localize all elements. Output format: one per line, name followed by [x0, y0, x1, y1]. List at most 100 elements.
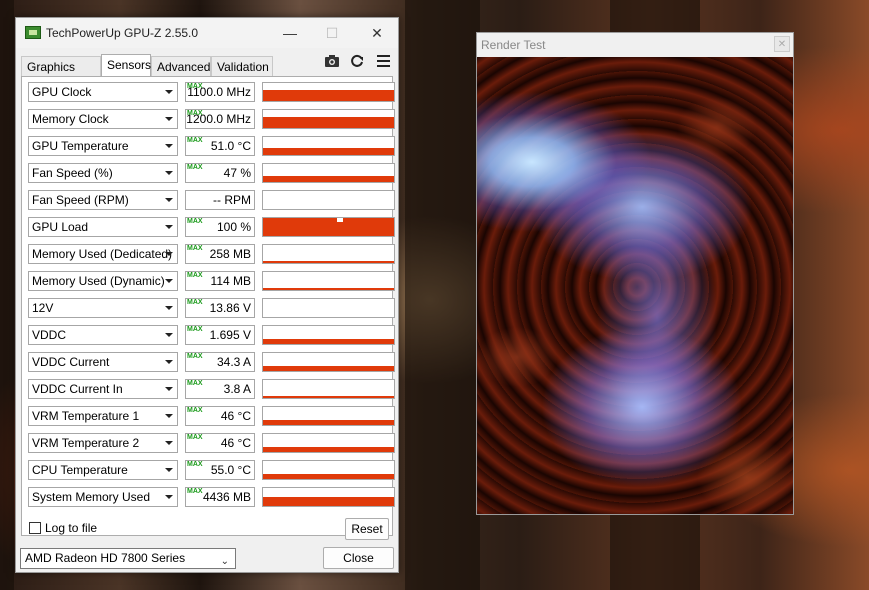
dropdown-arrow-icon — [165, 252, 173, 256]
sensor-value-text: 46 °C — [220, 409, 251, 423]
max-indicator: MAX — [187, 326, 203, 333]
sensor-name-select[interactable]: VDDC — [28, 325, 178, 345]
sensor-name-select[interactable]: GPU Clock — [28, 82, 178, 102]
sensor-name-select[interactable]: VDDC Current In — [28, 379, 178, 399]
sensor-graph — [262, 271, 395, 291]
sensor-value: MAX 100 % — [185, 217, 255, 237]
tab-sensors[interactable]: Sensors — [101, 54, 151, 76]
dropdown-arrow-icon — [165, 333, 173, 337]
camera-icon[interactable] — [323, 54, 341, 70]
device-select-value: AMD Radeon HD 7800 Series — [25, 551, 186, 565]
sensor-value-text: 4436 MB — [202, 490, 251, 504]
dropdown-arrow-icon — [165, 90, 173, 94]
maximize-button: ☐ — [325, 25, 339, 41]
max-indicator: MAX — [187, 461, 203, 468]
sensor-value: MAX 46 °C — [185, 406, 255, 426]
gpuz-window: TechPowerUp GPU-Z 2.55.0 — ☐ ✕ Graphics … — [15, 17, 399, 573]
sensor-name-select[interactable]: Memory Used (Dynamic) — [28, 271, 178, 291]
sensor-value: -- RPM — [185, 190, 255, 210]
sensor-name-label: GPU Temperature — [32, 139, 129, 153]
sensor-value: MAX 258 MB — [185, 244, 255, 264]
render-test-close-button[interactable]: ✕ — [774, 36, 790, 52]
sensor-name-select[interactable]: VRM Temperature 1 — [28, 406, 178, 426]
max-indicator: MAX — [187, 353, 203, 360]
sensor-value-text: 114 MB — [210, 274, 251, 288]
device-select[interactable]: AMD Radeon HD 7800 Series ⌄ — [20, 548, 236, 569]
sensor-graph — [262, 244, 395, 264]
sensor-name-select[interactable]: Memory Used (Dedicated) — [28, 244, 178, 264]
sensor-name-label: Fan Speed (%) — [32, 166, 113, 180]
max-indicator: MAX — [187, 164, 203, 171]
sensor-graph-fill — [263, 218, 394, 236]
sensor-graph — [262, 82, 395, 102]
sensor-graph — [262, 460, 395, 480]
chevron-down-icon: ⌄ — [220, 556, 229, 567]
menu-icon[interactable] — [377, 55, 390, 70]
max-indicator: MAX — [187, 299, 203, 306]
sensor-name-select[interactable]: VRM Temperature 2 — [28, 433, 178, 453]
sensor-graph-fill — [263, 420, 394, 425]
sensor-value: MAX 34.3 A — [185, 352, 255, 372]
sensor-graph — [262, 487, 395, 507]
sensor-name-label: VDDC Current — [32, 355, 110, 369]
max-indicator: MAX — [187, 83, 203, 90]
sensor-value-text: 34.3 A — [216, 355, 251, 369]
sensor-name-label: 12V — [32, 301, 54, 315]
max-indicator: MAX — [187, 434, 203, 441]
close-button[interactable]: Close — [323, 547, 394, 569]
reset-button[interactable]: Reset — [345, 518, 389, 540]
sensor-graph-fill — [263, 396, 394, 398]
background-tree-trunk — [0, 0, 14, 590]
sensor-name-label: Fan Speed (RPM) — [32, 193, 129, 207]
refresh-icon[interactable] — [348, 54, 366, 70]
render-test-title: Render Test — [481, 38, 546, 52]
sensor-name-select[interactable]: 12V — [28, 298, 178, 318]
close-window-button[interactable]: ✕ — [363, 22, 391, 44]
dropdown-arrow-icon — [165, 387, 173, 391]
sensor-graph-fill — [263, 474, 394, 479]
sensor-name-select[interactable]: CPU Temperature — [28, 460, 178, 480]
sensor-value-text: -- RPM — [213, 193, 251, 207]
sensor-name-label: Memory Clock — [32, 112, 109, 126]
dropdown-arrow-icon — [165, 198, 173, 202]
max-indicator: MAX — [187, 137, 203, 144]
sensor-value: MAX 1100.0 MHz — [185, 82, 255, 102]
log-to-file-checkbox[interactable] — [29, 522, 41, 534]
tab-graphics-card[interactable]: Graphics Card — [21, 56, 101, 94]
tab-validation[interactable]: Validation — [211, 56, 273, 76]
gpuz-app-icon — [25, 26, 41, 39]
sensor-name-select[interactable]: Memory Clock — [28, 109, 178, 129]
sensor-value-text: 47 % — [223, 166, 251, 180]
tab-advanced[interactable]: Advanced — [151, 56, 211, 76]
sensor-graph-fill — [263, 288, 394, 290]
sensor-graph-fill — [263, 447, 394, 452]
sensor-graph-fill — [263, 366, 394, 371]
sensor-name-select[interactable]: Fan Speed (%) — [28, 163, 178, 183]
minimize-button[interactable]: — — [276, 22, 304, 44]
sensor-name-label: VDDC — [32, 328, 67, 342]
sensor-value: MAX 4436 MB — [185, 487, 255, 507]
sensor-name-select[interactable]: Fan Speed (RPM) — [28, 190, 178, 210]
dropdown-arrow-icon — [165, 441, 173, 445]
title-bar[interactable]: TechPowerUp GPU-Z 2.55.0 — ☐ ✕ — [16, 18, 398, 48]
sensor-name-label: CPU Temperature — [32, 463, 128, 477]
sensor-graph-fill — [263, 90, 394, 101]
sensor-graph — [262, 136, 395, 156]
sensor-graph-fill — [263, 497, 394, 506]
sensor-value-text: 46 °C — [220, 436, 251, 450]
sensor-name-select[interactable]: VDDC Current — [28, 352, 178, 372]
dropdown-arrow-icon — [165, 117, 173, 121]
max-indicator: MAX — [187, 110, 203, 117]
sensor-name-select[interactable]: GPU Temperature — [28, 136, 178, 156]
sensor-value: MAX 55.0 °C — [185, 460, 255, 480]
max-indicator: MAX — [187, 407, 203, 414]
sensor-graph — [262, 325, 395, 345]
sensor-value-text: 3.8 A — [223, 382, 251, 396]
sensor-name-select[interactable]: GPU Load — [28, 217, 178, 237]
sensor-name-label: GPU Load — [32, 220, 89, 234]
sensor-name-label: GPU Clock — [32, 85, 92, 99]
sensor-name-label: Memory Used (Dedicated) — [32, 247, 173, 261]
sensor-graph-fill — [263, 339, 394, 344]
sensor-name-select[interactable]: System Memory Used — [28, 487, 178, 507]
dropdown-arrow-icon — [165, 360, 173, 364]
